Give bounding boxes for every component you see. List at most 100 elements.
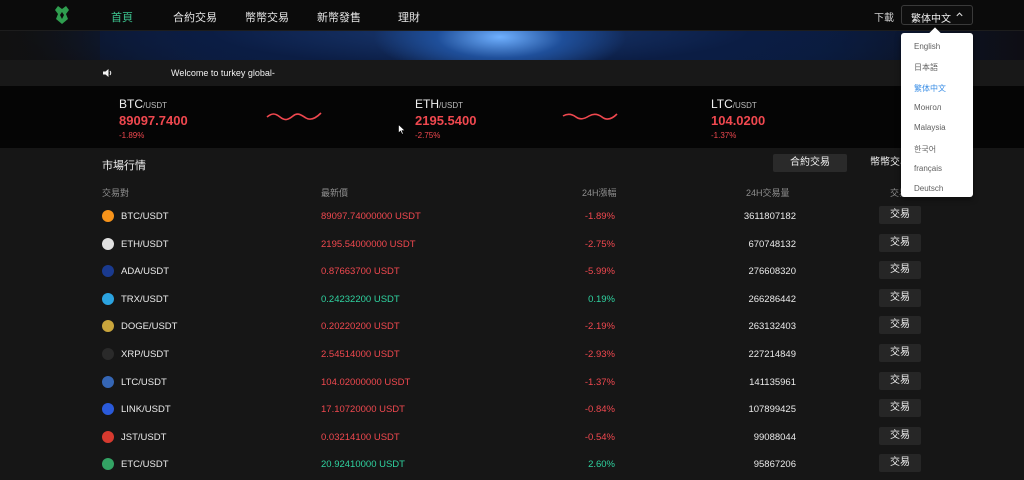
ticker-card[interactable]: LTC/USDT 104.0200 -1.37% bbox=[711, 97, 765, 140]
market-title: 市場行情 bbox=[102, 160, 146, 172]
volume-24h: 141135961 bbox=[749, 376, 796, 388]
pair-name: JST/USDT bbox=[121, 431, 167, 443]
table-row[interactable]: BTC/USDT 89097.74000000 USDT -1.89% 3611807… bbox=[0, 202, 1024, 230]
nav-finance[interactable]: 理財 bbox=[398, 9, 420, 25]
last-price: 0.24232200 USDT bbox=[321, 293, 400, 305]
change-24h: 0.19% bbox=[588, 293, 615, 305]
language-option[interactable]: 繁体中文 bbox=[914, 83, 946, 94]
volume-24h: 276608320 bbox=[748, 266, 796, 278]
volume-24h: 3611807182 bbox=[743, 211, 796, 222]
last-price: 89097.74000000 USDT bbox=[321, 211, 421, 222]
table-row[interactable]: XRP/USDT 2.54514000 USDT -2.93% 227214849 交易 bbox=[0, 340, 1024, 368]
nav-contract-trading[interactable]: 合約交易 bbox=[173, 9, 217, 25]
language-option[interactable]: English bbox=[914, 42, 940, 51]
trade-button[interactable]: 交易 bbox=[879, 288, 921, 307]
col-header-price: 最新價 bbox=[321, 188, 349, 198]
volume-24h: 107899425 bbox=[748, 404, 796, 416]
mouse-cursor-icon bbox=[398, 124, 406, 135]
col-header-volume: 24H交易量 bbox=[746, 188, 790, 198]
trade-button[interactable]: 交易 bbox=[879, 399, 921, 418]
table-row[interactable]: DOGE/USDT 0.20220200 USDT -2.19% 263132403 交… bbox=[0, 312, 1024, 340]
nav-new-coin-sale[interactable]: 新幣發售 bbox=[317, 9, 361, 25]
language-option[interactable]: Deutsch bbox=[914, 184, 943, 193]
table-row[interactable]: LTC/USDT 104.02000000 USDT -1.37% 141135961… bbox=[0, 368, 1024, 396]
nav-spot-trading[interactable]: 幣幣交易 bbox=[245, 9, 289, 25]
language-option[interactable]: français bbox=[914, 164, 942, 173]
logo-icon[interactable] bbox=[52, 5, 72, 25]
sparkline-icon bbox=[266, 112, 322, 121]
ticker-price: 104.0200 bbox=[711, 113, 766, 128]
change-24h: -1.89% bbox=[584, 211, 615, 222]
table-row[interactable]: ETC/USDT 20.92410000 USDT 2.60% 95867206 交易 bbox=[0, 450, 1024, 478]
language-dropdown: English 日本語繁体中文 Монгол Malaysia 한국어 français D… bbox=[901, 27, 973, 197]
top-navbar: 首頁 合約交易 幣幣交易 新幣發售 理財 下載 繁体中文 bbox=[0, 0, 1024, 31]
table-row[interactable]: ADA/USDT 0.87663700 USDT -5.99% 276608320 交易 bbox=[0, 257, 1024, 285]
last-price: 2195.54000000 USDT bbox=[321, 238, 416, 250]
tab-contract[interactable]: 合約交易 bbox=[773, 154, 847, 172]
doge-icon bbox=[102, 320, 114, 333]
table-row[interactable]: LINK/USDT 17.10720000 USDT -0.84% 107899425… bbox=[0, 395, 1024, 423]
ticker-strip: BTC/USDT 89097.7400 -1.89% ETH/USDT 2195… bbox=[0, 86, 1024, 148]
col-header-pair: 交易對 bbox=[102, 188, 130, 198]
volume-24h: 263132403 bbox=[748, 321, 796, 333]
app-root: 首頁 合約交易 幣幣交易 新幣發售 理財 下載 繁体中文 Welcome to … bbox=[0, 0, 1024, 480]
last-price: 104.02000000 USDT bbox=[321, 376, 411, 388]
ticker-change: -1.37% bbox=[711, 131, 737, 140]
trade-button[interactable]: 交易 bbox=[879, 426, 921, 445]
download-link[interactable]: 下載 bbox=[874, 9, 894, 24]
trade-button[interactable]: 交易 bbox=[879, 344, 921, 362]
ticker-card[interactable]: BTC/USDT 89097.7400 -1.89% bbox=[119, 97, 188, 140]
hero-banner bbox=[0, 31, 1024, 60]
trx-icon bbox=[102, 292, 114, 305]
change-24h: -0.84% bbox=[584, 404, 615, 416]
pair-name: DOGE/USDT bbox=[121, 321, 178, 333]
trade-button[interactable]: 交易 bbox=[879, 316, 921, 335]
last-price: 0.20220200 USDT bbox=[321, 321, 400, 333]
market-section: 市場行情 合約交易 幣幣交易 交易對 最新價 24H漲幅 24H交易量 交易 B… bbox=[0, 148, 1024, 480]
trade-button[interactable]: 交易 bbox=[879, 371, 921, 390]
etc-icon bbox=[102, 458, 114, 471]
speaker-icon bbox=[103, 69, 112, 77]
language-select[interactable]: 繁体中文 bbox=[901, 5, 973, 25]
nav-home[interactable]: 首頁 bbox=[111, 9, 133, 25]
chevron-up-icon bbox=[956, 12, 963, 17]
table-row[interactable]: JST/USDT 0.03214100 USDT -0.54% 99088044 交易 bbox=[0, 423, 1024, 451]
eth-icon bbox=[102, 237, 114, 250]
ltc-icon bbox=[102, 375, 114, 388]
table-row[interactable]: TRX/USDT 0.24232200 USDT 0.19% 266286442 交易 bbox=[0, 285, 1024, 313]
change-24h: 2.60% bbox=[588, 459, 615, 471]
ticker-price: 89097.7400 bbox=[119, 113, 188, 128]
volume-24h: 266286442 bbox=[748, 293, 796, 305]
trade-button[interactable]: 交易 bbox=[879, 233, 921, 252]
volume-24h: 670748132 bbox=[748, 238, 796, 250]
last-price: 20.92410000 USDT bbox=[321, 459, 405, 471]
volume-24h: 99088044 bbox=[753, 431, 796, 443]
language-option[interactable]: 日本語 bbox=[914, 62, 938, 73]
trade-button[interactable]: 交易 bbox=[879, 261, 921, 280]
btc-icon bbox=[102, 210, 114, 222]
volume-24h: 95867206 bbox=[753, 459, 796, 471]
language-option[interactable]: Монгол bbox=[914, 103, 941, 112]
ticker-pair: ETH/USDT bbox=[415, 97, 463, 111]
ticker-card[interactable]: ETH/USDT 2195.5400 -2.75% bbox=[415, 97, 476, 140]
pair-name: TRX/USDT bbox=[121, 293, 169, 305]
change-24h: -2.75% bbox=[584, 238, 615, 250]
ticker-price: 2195.5400 bbox=[415, 113, 477, 128]
banner-fade bbox=[0, 31, 100, 60]
last-price: 0.03214100 USDT bbox=[321, 431, 400, 443]
language-option[interactable]: 한국어 bbox=[914, 144, 936, 155]
table-row[interactable]: ETH/USDT 2195.54000000 USDT -2.75% 67074813… bbox=[0, 230, 1024, 258]
ticker-pair: BTC/USDT bbox=[119, 97, 167, 111]
language-option[interactable]: Malaysia bbox=[914, 123, 946, 132]
pair-name: XRP/USDT bbox=[121, 349, 170, 360]
change-24h: -1.37% bbox=[584, 376, 615, 388]
notice-text: Welcome to turkey global- bbox=[171, 68, 275, 78]
trade-button[interactable]: 交易 bbox=[879, 454, 921, 473]
trade-button[interactable]: 交易 bbox=[879, 206, 921, 224]
jst-icon bbox=[102, 430, 114, 443]
pair-name: LINK/USDT bbox=[121, 404, 171, 416]
language-select-value: 繁体中文 bbox=[911, 14, 951, 25]
ticker-change: -2.75% bbox=[415, 131, 441, 140]
last-price: 0.87663700 USDT bbox=[321, 266, 400, 278]
link-icon bbox=[102, 403, 114, 416]
